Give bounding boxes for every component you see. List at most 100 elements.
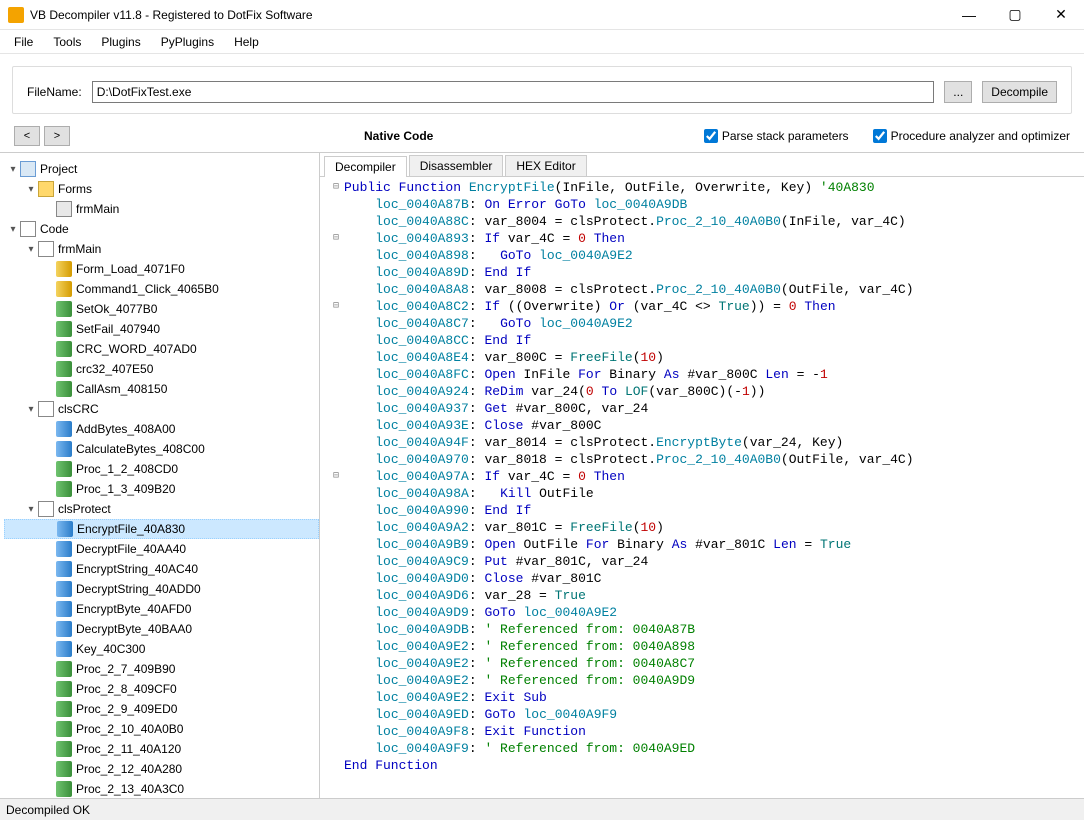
tree-proc-item[interactable]: Proc_2_11_40A120: [4, 739, 319, 759]
code-line: loc_0040A9B9: Open OutFile For Binary As…: [328, 536, 1080, 553]
tree-proc-item[interactable]: CRC_WORD_407AD0: [4, 339, 319, 359]
tree-proc-item[interactable]: AddBytes_408A00: [4, 419, 319, 439]
tree-project[interactable]: ▾ Project: [4, 159, 319, 179]
tree-proc-item[interactable]: Proc_2_13_40A3C0: [4, 779, 319, 798]
menu-file[interactable]: File: [4, 32, 43, 52]
gutter-icon: [328, 519, 344, 536]
proc-icon: [56, 261, 72, 277]
tab-decompiler[interactable]: Decompiler: [324, 156, 407, 177]
tree-proc-item[interactable]: Form_Load_4071F0: [4, 259, 319, 279]
tree-clscrc[interactable]: ▾ clsCRC: [4, 399, 319, 419]
code-line: loc_0040A9F8: Exit Function: [328, 723, 1080, 740]
tree-proc-item[interactable]: Proc_1_3_409B20: [4, 479, 319, 499]
tree-proc-item[interactable]: CallAsm_408150: [4, 379, 319, 399]
parse-stack-check-label[interactable]: Parse stack parameters: [704, 129, 849, 143]
menu-pyplugins[interactable]: PyPlugins: [151, 32, 224, 52]
gutter-icon: [328, 570, 344, 587]
code-line: ⊟Public Function EncryptFile(InFile, Out…: [328, 179, 1080, 196]
tab-disassembler[interactable]: Disassembler: [409, 155, 504, 176]
code-line: loc_0040A94F: var_8014 = clsProtect.Encr…: [328, 434, 1080, 451]
native-code-label: Native Code: [364, 129, 433, 143]
tree-clsprotect[interactable]: ▾ clsProtect: [4, 499, 319, 519]
tree-proc-item[interactable]: Proc_2_12_40A280: [4, 759, 319, 779]
gutter-icon: [328, 655, 344, 672]
parse-stack-checkbox[interactable]: [704, 129, 718, 143]
tree-proc-item[interactable]: EncryptFile_40A830: [4, 519, 319, 539]
code-panel: Decompiler Disassembler HEX Editor ⊟Publ…: [320, 153, 1084, 798]
tab-hex[interactable]: HEX Editor: [505, 155, 586, 176]
code-icon: [20, 221, 36, 237]
nav-back-button[interactable]: <: [14, 126, 40, 146]
code-line: loc_0040A8E4: var_800C = FreeFile(10): [328, 349, 1080, 366]
tree-frmmain-code[interactable]: ▾ frmMain: [4, 239, 319, 259]
browse-button[interactable]: ...: [944, 81, 972, 103]
gutter-icon: ⊟: [328, 468, 344, 485]
menubar: File Tools Plugins PyPlugins Help: [0, 30, 1084, 54]
tree-form-frmmain[interactable]: frmMain: [4, 199, 319, 219]
tree-proc-item[interactable]: Proc_2_7_409B90: [4, 659, 319, 679]
gutter-icon: [328, 689, 344, 706]
tree-panel[interactable]: ▾ Project ▾ Forms frmMain: [0, 153, 320, 798]
nav-forward-button[interactable]: >: [44, 126, 70, 146]
tree-proc-item[interactable]: DecryptByte_40BAA0: [4, 619, 319, 639]
gutter-icon: ⊟: [328, 179, 344, 196]
proc-icon: [56, 321, 72, 337]
tree-proc-item[interactable]: Proc_1_2_408CD0: [4, 459, 319, 479]
form-icon: [56, 201, 72, 217]
filename-toolbar: FileName: ... Decompile: [12, 66, 1072, 114]
tree-code[interactable]: ▾ Code: [4, 219, 319, 239]
tree-proc-item[interactable]: Proc_2_10_40A0B0: [4, 719, 319, 739]
code-line: loc_0040A89D: End If: [328, 264, 1080, 281]
maximize-button[interactable]: ▢: [992, 0, 1038, 30]
code-line: loc_0040A9DB: ' Referenced from: 0040A87…: [328, 621, 1080, 638]
code-line: loc_0040A9F9: ' Referenced from: 0040A9E…: [328, 740, 1080, 757]
code-line: loc_0040A9C9: Put #var_801C, var_24: [328, 553, 1080, 570]
gutter-icon: [328, 196, 344, 213]
code-view[interactable]: ⊟Public Function EncryptFile(InFile, Out…: [320, 177, 1084, 798]
gutter-icon: [328, 383, 344, 400]
gutter-icon: [328, 536, 344, 553]
tree-proc-item[interactable]: SetOk_4077B0: [4, 299, 319, 319]
proc-icon: [56, 561, 72, 577]
filename-input[interactable]: [92, 81, 935, 103]
code-line: ⊟ loc_0040A893: If var_4C = 0 Then: [328, 230, 1080, 247]
menu-tools[interactable]: Tools: [43, 32, 91, 52]
menu-plugins[interactable]: Plugins: [91, 32, 150, 52]
tree-proc-item[interactable]: Proc_2_8_409CF0: [4, 679, 319, 699]
module-icon: [38, 501, 54, 517]
tree-proc-item[interactable]: DecryptFile_40AA40: [4, 539, 319, 559]
tree-proc-item[interactable]: Command1_Click_4065B0: [4, 279, 319, 299]
close-button[interactable]: ✕: [1038, 0, 1084, 30]
proc-icon: [56, 641, 72, 657]
tree-proc-item[interactable]: Key_40C300: [4, 639, 319, 659]
gutter-icon: [328, 315, 344, 332]
proc-analyzer-check-label[interactable]: Procedure analyzer and optimizer: [873, 129, 1070, 143]
code-line: loc_0040A9E2: ' Referenced from: 0040A9D…: [328, 672, 1080, 689]
gutter-icon: [328, 757, 344, 774]
tree-proc-item[interactable]: EncryptString_40AC40: [4, 559, 319, 579]
tree-forms[interactable]: ▾ Forms: [4, 179, 319, 199]
tree-proc-item[interactable]: CalculateBytes_408C00: [4, 439, 319, 459]
code-line: ⊟ loc_0040A8C2: If ((Overwrite) Or (var_…: [328, 298, 1080, 315]
minimize-button[interactable]: —: [946, 0, 992, 30]
gutter-icon: [328, 740, 344, 757]
code-line: loc_0040A9D6: var_28 = True: [328, 587, 1080, 604]
gutter-icon: [328, 621, 344, 638]
gutter-icon: [328, 672, 344, 689]
code-line: loc_0040A9E2: Exit Sub: [328, 689, 1080, 706]
menu-help[interactable]: Help: [224, 32, 269, 52]
code-line: loc_0040A88C: var_8004 = clsProtect.Proc…: [328, 213, 1080, 230]
proc-analyzer-checkbox[interactable]: [873, 129, 887, 143]
tree-proc-item[interactable]: crc32_407E50: [4, 359, 319, 379]
decompile-button[interactable]: Decompile: [982, 81, 1057, 103]
code-line: loc_0040A8C7: GoTo loc_0040A9E2: [328, 315, 1080, 332]
gutter-icon: [328, 706, 344, 723]
proc-icon: [57, 521, 73, 537]
tree-proc-item[interactable]: Proc_2_9_409ED0: [4, 699, 319, 719]
tree-proc-item[interactable]: DecryptString_40ADD0: [4, 579, 319, 599]
proc-icon: [56, 281, 72, 297]
code-line: loc_0040A9D9: GoTo loc_0040A9E2: [328, 604, 1080, 621]
tree-proc-item[interactable]: EncryptByte_40AFD0: [4, 599, 319, 619]
tree-proc-item[interactable]: SetFail_407940: [4, 319, 319, 339]
proc-icon: [56, 481, 72, 497]
